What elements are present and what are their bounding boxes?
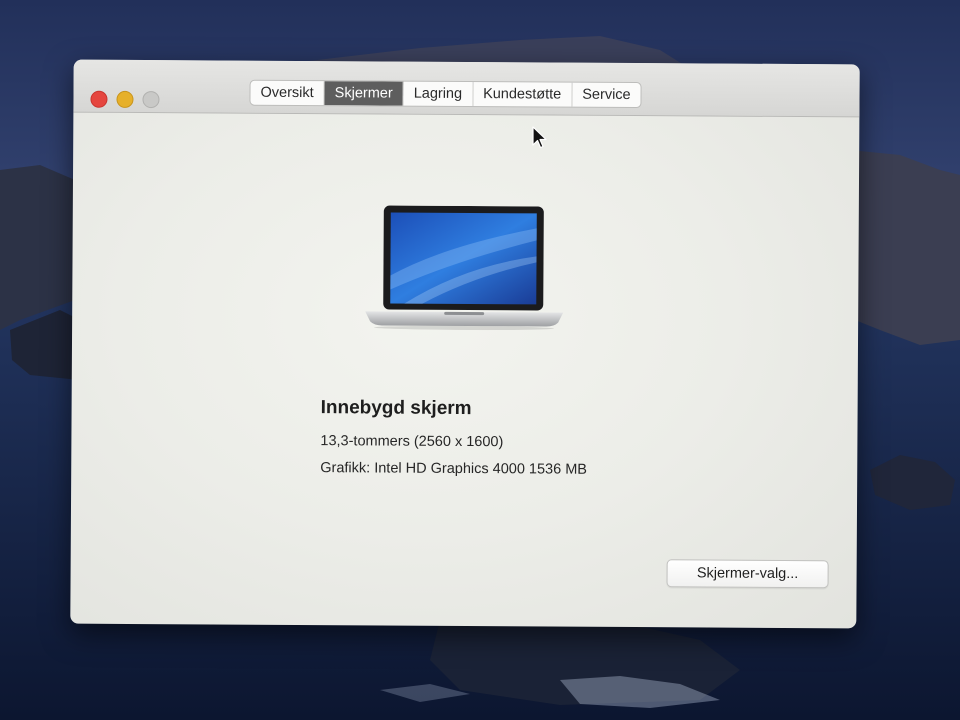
tab-skjermer[interactable]: Skjermer (324, 81, 404, 106)
display-graphics: Grafikk: Intel HD Graphics 4000 1536 MB (320, 460, 588, 478)
display-preferences-button[interactable]: Skjermer-valg... (666, 559, 829, 589)
tab-oversikt[interactable]: Oversikt (250, 80, 325, 106)
tab-bar: Oversikt Skjermer Lagring Kundestøtte Se… (249, 79, 642, 109)
display-title: Innebygd skjerm (320, 397, 472, 420)
close-button[interactable] (90, 90, 108, 108)
zoom-button[interactable] (142, 91, 160, 109)
tab-service[interactable]: Service (572, 83, 641, 107)
display-size: 13,3-tommers (2560 x 1600) (320, 433, 504, 451)
tab-kundestotte[interactable]: Kundestøtte (473, 82, 573, 107)
minimize-button[interactable] (116, 90, 134, 108)
macbook-laptop-icon (365, 205, 564, 331)
mouse-pointer-icon (532, 126, 547, 149)
titlebar: Oversikt Skjermer Lagring Kundestøtte Se… (73, 59, 860, 118)
tab-lagring[interactable]: Lagring (403, 81, 474, 107)
about-this-mac-window: Oversikt Skjermer Lagring Kundestøtte Se… (70, 59, 860, 629)
desktop: Oversikt Skjermer Lagring Kundestøtte Se… (0, 0, 960, 720)
